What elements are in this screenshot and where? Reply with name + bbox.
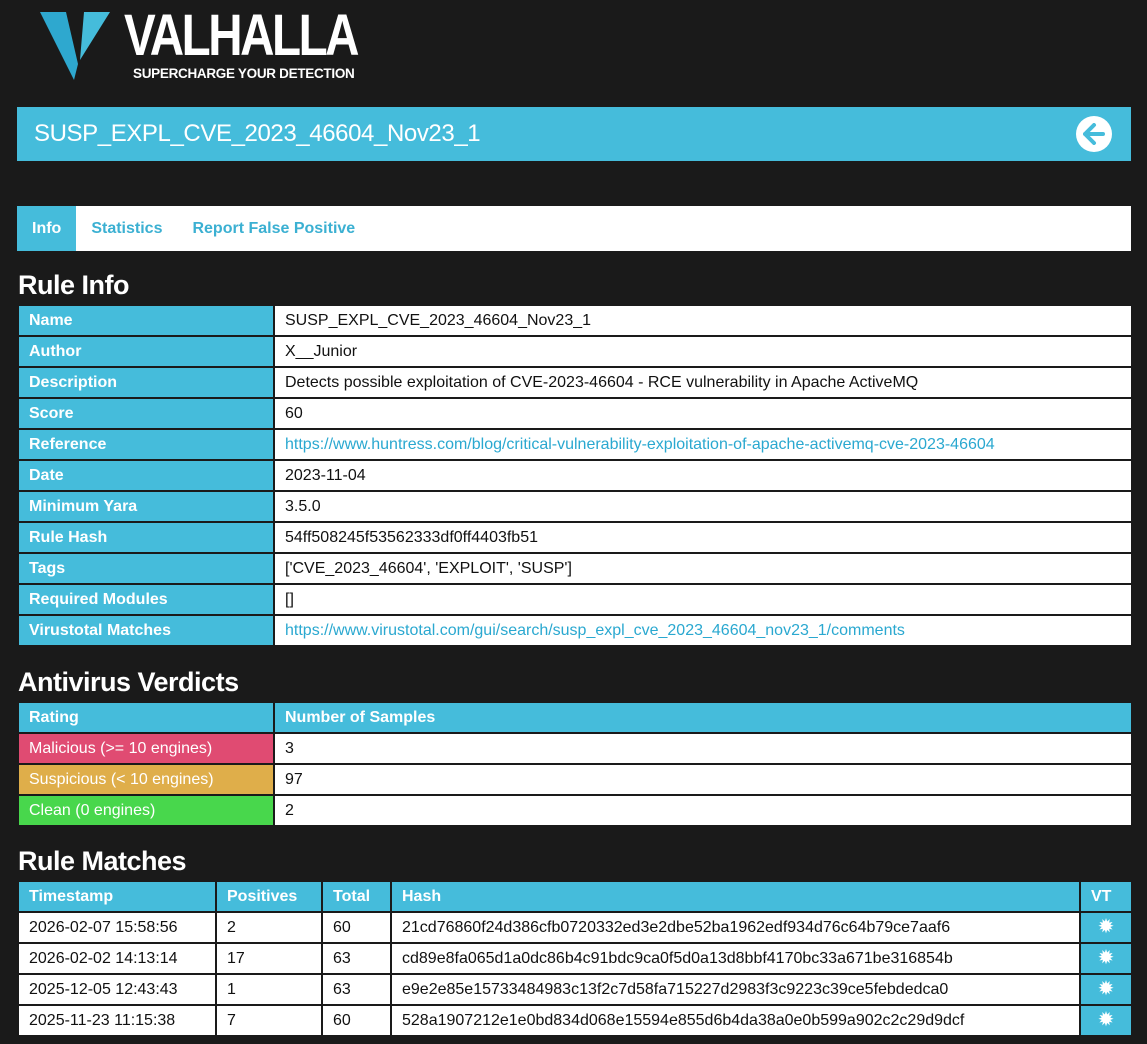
match-hash: e9e2e85e15733484983c13f2c7d58fa715227d29… (392, 975, 1079, 1004)
match-timestamp: 2025-12-05 12:43:43 (19, 975, 215, 1004)
table-row: Tags ['CVE_2023_46604', 'EXPLOIT', 'SUSP'… (19, 554, 1131, 583)
vt-button[interactable]: ✹ (1081, 1006, 1131, 1035)
valhalla-v-icon (40, 12, 110, 80)
row-value: 2023-11-04 (275, 461, 1131, 490)
match-timestamp: 2026-02-07 15:58:56 (19, 913, 215, 942)
table-row: 2025-11-23 11:15:38 7 60 528a1907212e1e0… (19, 1006, 1131, 1035)
rule-matches-table: Timestamp Positives Total Hash VT 2026-0… (17, 880, 1133, 1037)
column-header: Total (323, 882, 390, 911)
valhalla-logo[interactable]: VALHALLA SUPERCHARGE YOUR DETECTION (40, 4, 360, 82)
vt-button[interactable]: ✹ (1081, 944, 1131, 973)
column-header: Rating (19, 703, 273, 732)
table-row: Author X__Junior (19, 337, 1131, 366)
sample-count: 3 (275, 734, 1131, 763)
row-value: Detects possible exploitation of CVE-202… (275, 368, 1131, 397)
vt-button[interactable]: ✹ (1081, 913, 1131, 942)
table-row: Date 2023-11-04 (19, 461, 1131, 490)
brand-name: VALHALLA (124, 3, 360, 68)
table-row: Score 60 (19, 399, 1131, 428)
av-verdicts-heading: Antivirus Verdicts (18, 667, 239, 697)
gear-icon: ✹ (1097, 947, 1115, 969)
row-key: Name (19, 306, 273, 335)
match-positives: 1 (217, 975, 321, 1004)
gear-icon: ✹ (1097, 978, 1115, 1000)
table-row: 2026-02-07 15:58:56 2 60 21cd76860f24d38… (19, 913, 1131, 942)
gear-icon: ✹ (1097, 1009, 1115, 1031)
tab-report-false-positive[interactable]: Report False Positive (177, 206, 370, 251)
table-header-row: Timestamp Positives Total Hash VT (19, 882, 1131, 911)
table-row: Suspicious (< 10 engines) 97 (19, 765, 1131, 794)
match-total: 60 (323, 913, 390, 942)
back-button[interactable] (1076, 116, 1112, 152)
rating-clean: Clean (0 engines) (19, 796, 273, 825)
rule-title-bar: SUSP_EXPL_CVE_2023_46604_Nov23_1 (17, 107, 1131, 161)
rule-info-heading: Rule Info (18, 270, 130, 300)
row-value: SUSP_EXPL_CVE_2023_46604_Nov23_1 (275, 306, 1131, 335)
gear-icon: ✹ (1097, 916, 1115, 938)
table-row: Malicious (>= 10 engines) 3 (19, 734, 1131, 763)
tab-statistics[interactable]: Statistics (76, 206, 177, 251)
rule-matches-heading: Rule Matches (18, 846, 187, 876)
virustotal-link[interactable]: https://www.virustotal.com/gui/search/su… (285, 622, 905, 639)
match-hash: cd89e8fa065d1a0dc86b4c91bdc9ca0f5d0a13d8… (392, 944, 1079, 973)
row-key: Description (19, 368, 273, 397)
av-verdicts-table: Rating Number of Samples Malicious (>= 1… (17, 701, 1133, 827)
match-hash: 21cd76860f24d386cfb0720332ed3e2dbe52ba19… (392, 913, 1079, 942)
row-key: Score (19, 399, 273, 428)
match-total: 63 (323, 944, 390, 973)
table-header-row: Rating Number of Samples (19, 703, 1131, 732)
table-row: Clean (0 engines) 2 (19, 796, 1131, 825)
table-row: Minimum Yara 3.5.0 (19, 492, 1131, 521)
vt-button[interactable]: ✹ (1081, 975, 1131, 1004)
column-header: Number of Samples (275, 703, 1131, 732)
row-key: Rule Hash (19, 523, 273, 552)
sample-count: 97 (275, 765, 1131, 794)
table-row: Virustotal Matches https://www.virustotal… (19, 616, 1131, 645)
row-key: Date (19, 461, 273, 490)
table-row: Reference https://www.huntress.com/blog/c… (19, 430, 1131, 459)
rule-info-table: Name SUSP_EXPL_CVE_2023_46604_Nov23_1 Aut… (17, 304, 1133, 647)
row-value: X__Junior (275, 337, 1131, 366)
row-key: Minimum Yara (19, 492, 273, 521)
rating-malicious: Malicious (>= 10 engines) (19, 734, 273, 763)
table-row: Rule Hash 54ff508245f53562333df0ff4403fb5… (19, 523, 1131, 552)
row-key: Virustotal Matches (19, 616, 273, 645)
row-key: Required Modules (19, 585, 273, 614)
match-timestamp: 2025-11-23 11:15:38 (19, 1006, 215, 1035)
row-key: Reference (19, 430, 273, 459)
row-value: 60 (275, 399, 1131, 428)
match-total: 63 (323, 975, 390, 1004)
match-total: 60 (323, 1006, 390, 1035)
table-row: Name SUSP_EXPL_CVE_2023_46604_Nov23_1 (19, 306, 1131, 335)
column-header: Timestamp (19, 882, 215, 911)
table-row: Required Modules[] (19, 585, 1131, 614)
row-value: 54ff508245f53562333df0ff4403fb51 (275, 523, 1131, 552)
tab-bar: Info Statistics Report False Positive (17, 206, 1131, 251)
row-value: 3.5.0 (275, 492, 1131, 521)
match-hash: 528a1907212e1e0bd834d068e15594e855d6b4da… (392, 1006, 1079, 1035)
rating-suspicious: Suspicious (< 10 engines) (19, 765, 273, 794)
match-positives: 17 (217, 944, 321, 973)
row-key: Tags (19, 554, 273, 583)
tab-info[interactable]: Info (17, 206, 77, 251)
table-row: 2026-02-02 14:13:14 17 63 cd89e8fa065d1a… (19, 944, 1131, 973)
table-row: 2025-12-05 12:43:43 1 63 e9e2e85e1573348… (19, 975, 1131, 1004)
column-header: Hash (392, 882, 1079, 911)
brand-tagline: SUPERCHARGE YOUR DETECTION (133, 66, 355, 81)
row-value: [] (275, 585, 1131, 614)
match-positives: 2 (217, 913, 321, 942)
row-key: Author (19, 337, 273, 366)
row-value: ['CVE_2023_46604', 'EXPLOIT', 'SUSP'] (275, 554, 1131, 583)
match-timestamp: 2026-02-02 14:13:14 (19, 944, 215, 973)
rule-title: SUSP_EXPL_CVE_2023_46604_Nov23_1 (34, 120, 481, 147)
table-row: Description Detects possible exploitation… (19, 368, 1131, 397)
arrow-left-icon (1083, 123, 1105, 145)
column-header: VT (1081, 882, 1131, 911)
match-positives: 7 (217, 1006, 321, 1035)
column-header: Positives (217, 882, 321, 911)
reference-link[interactable]: https://www.huntress.com/blog/critical-v… (285, 436, 995, 453)
sample-count: 2 (275, 796, 1131, 825)
